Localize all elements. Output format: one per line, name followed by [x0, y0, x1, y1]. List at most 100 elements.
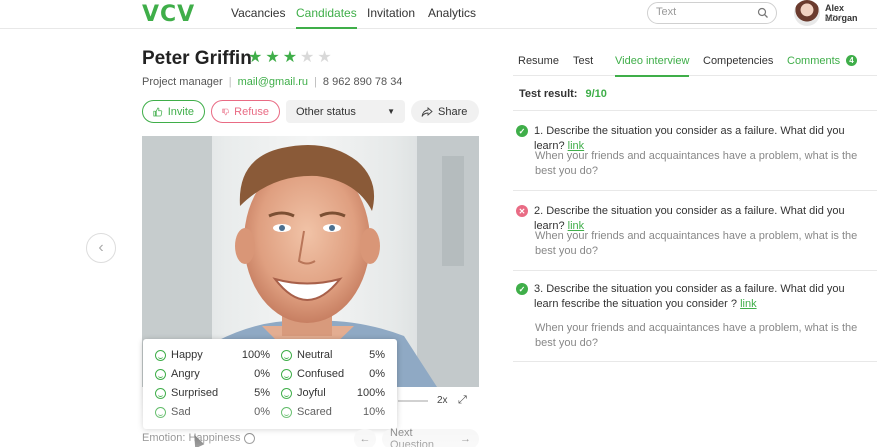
refuse-button[interactable]: Refuse	[211, 100, 280, 123]
search-icon[interactable]	[757, 7, 769, 19]
emotion-row: Happy 100%	[155, 349, 270, 361]
star-icon[interactable]: ★	[300, 50, 314, 66]
tab-test[interactable]: Test	[573, 55, 593, 67]
emotions-popup: Happy 100% Angry 0% Surprised 5% Sad 0% …	[143, 339, 397, 429]
question-answer: When your friends and acquaintances have…	[535, 150, 858, 177]
top-nav: VCV Vacancies Candidates Invitation Anal…	[0, 0, 877, 29]
emotion-row: Angry 0%	[155, 368, 270, 380]
avatar[interactable]	[794, 0, 820, 26]
tab-resume[interactable]: Resume	[518, 55, 559, 67]
emotion-label: Confused	[297, 368, 345, 380]
emotion-value: 100%	[356, 387, 385, 399]
emotion-row: Sad 0%	[155, 406, 270, 418]
status-dropdown[interactable]: Other status ▼	[286, 100, 405, 123]
check-icon: ✓	[516, 283, 528, 295]
confused-face-icon	[281, 368, 292, 380]
user-company: VCV	[825, 14, 842, 23]
logo[interactable]: VCV	[142, 2, 195, 27]
question-answer: When your friends and acquaintances have…	[535, 230, 858, 257]
question-link[interactable]: link	[740, 298, 757, 310]
test-result-label: Test result:	[519, 88, 578, 100]
thumbs-up-icon	[153, 107, 163, 116]
star-icon[interactable]: ★	[283, 50, 297, 66]
star-icon[interactable]: ★	[317, 50, 331, 66]
candidate-name: Peter Griffin	[142, 48, 252, 69]
arrow-right-icon: →	[460, 433, 471, 445]
emotion-label: Surprised	[171, 387, 219, 399]
share-label: Share	[438, 105, 468, 118]
question-answer: When your friends and acquaintances have…	[535, 322, 858, 349]
emotion-label: Joyful	[297, 387, 326, 399]
neutral-face-icon	[281, 349, 292, 361]
surprised-face-icon	[155, 387, 166, 399]
emotion-value: 5%	[369, 349, 385, 361]
share-button[interactable]: Share	[411, 100, 479, 123]
profile-tabs: Resume Test Video interview Competencies…	[513, 48, 877, 77]
tab-competencies[interactable]: Competencies	[703, 55, 773, 67]
playback-speed[interactable]: 2x	[437, 395, 448, 406]
rating-stars[interactable]: ★ ★ ★ ★ ★	[248, 50, 332, 66]
previous-question-button[interactable]: ←	[354, 429, 376, 447]
invite-button[interactable]: Invite	[142, 100, 205, 123]
test-result-score: 9/10	[585, 88, 607, 100]
candidate-position: Project manager	[142, 76, 223, 88]
fullscreen-icon[interactable]: ⤢	[458, 394, 467, 407]
previous-candidate-arrow-icon[interactable]: ‹	[86, 233, 116, 263]
emotion-row: Neutral 5%	[281, 349, 385, 361]
sad-face-icon	[155, 406, 166, 418]
emotion-label: Angry	[171, 368, 200, 380]
joyful-face-icon	[281, 387, 292, 399]
tab-comments[interactable]: Comments	[787, 55, 840, 67]
divider: |	[314, 76, 317, 88]
question-text: 3. Describe the situation you consider a…	[534, 282, 852, 312]
divider: |	[228, 76, 232, 88]
emotion-value: 0%	[254, 406, 270, 418]
emotion-label: Scared	[297, 406, 332, 418]
emotion-row: Confused 0%	[281, 368, 385, 380]
emotion-value: 10%	[362, 406, 385, 418]
tab-video-interview[interactable]: Video interview	[615, 55, 690, 77]
emotion-value: 100%	[241, 349, 270, 361]
emotion-value: 5%	[254, 387, 270, 399]
next-question-button[interactable]: Next Question →	[382, 427, 479, 447]
divider	[513, 110, 877, 111]
emotion-label: Sad	[171, 406, 191, 418]
video-controls: 2x ⤢	[396, 393, 479, 411]
comments-count-badge: 4	[846, 55, 857, 66]
share-icon	[421, 106, 433, 117]
candidate-phone: 8 962 890 78 34	[322, 76, 403, 88]
nav-candidates[interactable]: Candidates	[296, 6, 357, 29]
check-icon: ✓	[516, 125, 528, 137]
emotion-label: Happy	[171, 349, 203, 361]
candidate-meta: Project manager | mail@gmail.ru | 8 962 …	[142, 76, 402, 88]
arrow-left-icon: ←	[359, 433, 371, 445]
angry-face-icon	[155, 368, 166, 380]
search-box[interactable]	[647, 2, 777, 24]
star-icon[interactable]: ★	[265, 50, 279, 66]
star-icon[interactable]: ★	[248, 50, 262, 66]
emotion-row: Scared 10%	[281, 406, 385, 418]
test-result: Test result: 9/10	[519, 88, 607, 100]
divider	[513, 270, 877, 271]
smile-icon	[155, 349, 166, 361]
nav-vacancies[interactable]: Vacancies	[231, 6, 285, 20]
question-label: 3. Describe the situation you consider a…	[534, 283, 845, 310]
nav-invitation[interactable]: Invitation	[367, 6, 415, 20]
nav-analytics[interactable]: Analytics	[428, 6, 476, 20]
candidate-email[interactable]: mail@gmail.ru	[238, 76, 308, 88]
emotion-label: Neutral	[297, 349, 333, 361]
volume-slider[interactable]	[398, 400, 428, 402]
smile-icon	[244, 432, 256, 444]
caret-down-icon: ▼	[387, 107, 395, 116]
cross-icon: ✕	[516, 205, 528, 217]
emotion-row: Joyful 100%	[281, 387, 385, 399]
status-label: Other status	[296, 105, 356, 118]
scared-face-icon	[281, 406, 292, 418]
refuse-label: Refuse	[234, 105, 269, 118]
emotion-row: Surprised 5%	[155, 387, 270, 399]
search-input[interactable]	[656, 6, 751, 18]
invite-label: Invite	[167, 105, 194, 118]
divider	[513, 190, 877, 191]
thumbs-down-icon	[222, 108, 229, 115]
emotion-value: 0%	[254, 368, 270, 380]
